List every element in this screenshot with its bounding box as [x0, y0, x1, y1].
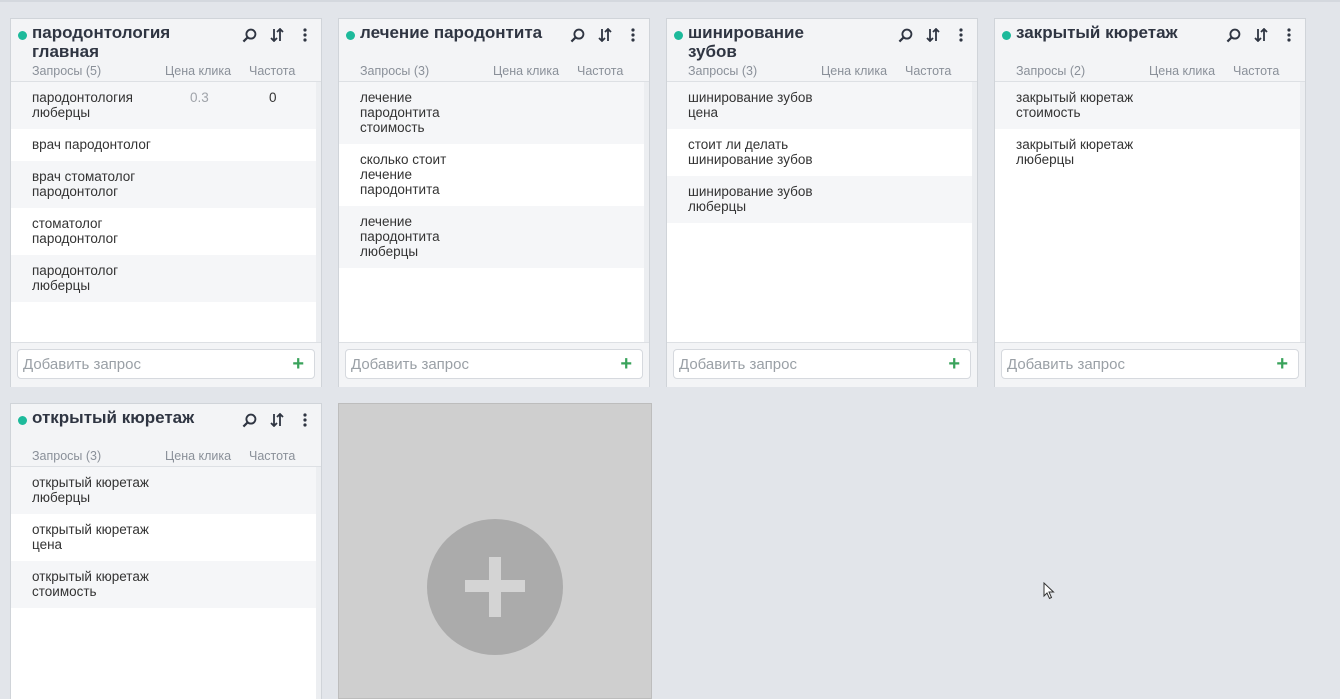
column-price[interactable]: Цена клика — [165, 64, 231, 78]
query-row[interactable]: стоматолог пародонтолог — [11, 208, 321, 255]
more-vertical-icon[interactable] — [625, 27, 641, 43]
status-dot — [674, 31, 683, 40]
query-list: закрытый кюретаж стоимость закрытый кюре… — [995, 82, 1305, 342]
plus-icon[interactable] — [427, 519, 563, 655]
query-row[interactable]: пародонтолог люберцы — [11, 255, 321, 302]
search-icon[interactable] — [569, 27, 585, 43]
group-title[interactable]: шинирование зубов — [688, 23, 818, 61]
search-icon[interactable] — [241, 412, 257, 428]
column-queries[interactable]: Запросы (3) — [360, 64, 429, 78]
scrollbar[interactable] — [644, 82, 649, 342]
mouse-cursor-icon — [1043, 582, 1055, 600]
query-list: пародонтология люберцы 0.3 0 врач пародонт… — [11, 82, 321, 342]
column-price[interactable]: Цена клика — [165, 449, 231, 463]
more-vertical-icon[interactable] — [1281, 27, 1297, 43]
query-row[interactable]: стоит ли делать шинирование зубов — [667, 129, 977, 176]
group-card: шинирование зубов Запросы (3) Цена клика… — [666, 18, 978, 387]
column-frequency[interactable]: Частота — [249, 449, 295, 463]
sort-icon[interactable] — [597, 27, 613, 43]
query-row[interactable]: врач стоматолог пародонтолог — [11, 161, 321, 208]
sort-icon[interactable] — [925, 27, 941, 43]
query-row[interactable]: шинирование зубов цена — [667, 82, 977, 129]
group-header: лечение пародонтита Запросы (3) Цена кли… — [339, 19, 649, 82]
top-border — [0, 0, 1340, 2]
query-row[interactable]: открытый кюретаж люберцы — [11, 467, 321, 514]
group-title[interactable]: лечение пародонтита — [360, 23, 555, 42]
plus-icon[interactable]: + — [292, 353, 304, 376]
query-list: шинирование зубов цена стоит ли делать ш… — [667, 82, 977, 342]
query-row[interactable]: шинирование зубов люберцы — [667, 176, 977, 223]
sort-icon[interactable] — [1253, 27, 1269, 43]
plus-icon[interactable]: + — [1276, 353, 1288, 376]
column-queries[interactable]: Запросы (3) — [32, 449, 101, 463]
column-queries[interactable]: Запросы (2) — [1016, 64, 1085, 78]
scrollbar[interactable] — [972, 82, 977, 342]
query-row[interactable]: лечение пародонтита люберцы — [339, 206, 649, 268]
query-row[interactable]: открытый кюретаж цена — [11, 514, 321, 561]
group-header: закрытый кюретаж Запросы (2) Цена клика … — [995, 19, 1305, 82]
click-price: 0.3 — [190, 90, 209, 105]
column-frequency[interactable]: Частота — [577, 64, 623, 78]
query-row[interactable]: пародонтология люберцы 0.3 0 — [11, 82, 321, 129]
sort-icon[interactable] — [269, 412, 285, 428]
more-vertical-icon[interactable] — [297, 412, 313, 428]
column-price[interactable]: Цена клика — [821, 64, 887, 78]
add-query-input[interactable]: Добавить запрос + — [17, 349, 315, 379]
group-card: закрытый кюретаж Запросы (2) Цена клика … — [994, 18, 1306, 387]
query-row[interactable]: сколько стоит лечение пародонтита — [339, 144, 649, 206]
column-price[interactable]: Цена клика — [493, 64, 559, 78]
more-vertical-icon[interactable] — [953, 27, 969, 43]
query-row[interactable]: врач пародонтолог — [11, 129, 321, 161]
column-frequency[interactable]: Частота — [1233, 64, 1279, 78]
group-card: лечение пародонтита Запросы (3) Цена кли… — [338, 18, 650, 387]
query-row[interactable]: закрытый кюретаж люберцы — [995, 129, 1305, 176]
group-header: шинирование зубов Запросы (3) Цена клика… — [667, 19, 977, 82]
more-vertical-icon[interactable] — [297, 27, 313, 43]
group-title[interactable]: открытый кюретаж — [32, 408, 227, 427]
status-dot — [1002, 31, 1011, 40]
column-queries[interactable]: Запросы (5) — [32, 64, 101, 78]
column-frequency[interactable]: Частота — [249, 64, 295, 78]
frequency: 0 — [269, 90, 277, 105]
query-row[interactable]: открытый кюретаж стоимость — [11, 561, 321, 608]
scrollbar[interactable] — [1300, 82, 1305, 342]
group-title[interactable]: закрытый кюретаж — [1016, 23, 1211, 42]
scrollbar[interactable] — [316, 467, 321, 699]
status-dot — [18, 31, 27, 40]
add-query-input[interactable]: Добавить запрос + — [345, 349, 643, 379]
scrollbar[interactable] — [316, 82, 321, 342]
plus-icon[interactable]: + — [620, 353, 632, 376]
add-query-input[interactable]: Добавить запрос + — [1001, 349, 1299, 379]
group-header: пародонтология главная Запросы (5) Цена … — [11, 19, 321, 82]
query-list: лечение пародонтита стоимость сколько ст… — [339, 82, 649, 342]
group-header: открытый кюретаж Запросы (3) Цена клика … — [11, 404, 321, 467]
search-icon[interactable] — [241, 27, 257, 43]
status-dot — [346, 31, 355, 40]
plus-icon[interactable]: + — [948, 353, 960, 376]
column-queries[interactable]: Запросы (3) — [688, 64, 757, 78]
column-price[interactable]: Цена клика — [1149, 64, 1215, 78]
add-group-card[interactable] — [338, 403, 652, 699]
query-row[interactable]: лечение пародонтита стоимость — [339, 82, 649, 144]
query-list: открытый кюретаж люберцы открытый кюрета… — [11, 467, 321, 699]
search-icon[interactable] — [897, 27, 913, 43]
search-icon[interactable] — [1225, 27, 1241, 43]
sort-icon[interactable] — [269, 27, 285, 43]
add-query-input[interactable]: Добавить запрос + — [673, 349, 971, 379]
column-frequency[interactable]: Частота — [905, 64, 951, 78]
group-card: открытый кюретаж Запросы (3) Цена клика … — [10, 403, 322, 699]
group-card: пародонтология главная Запросы (5) Цена … — [10, 18, 322, 387]
query-row[interactable]: закрытый кюретаж стоимость — [995, 82, 1305, 129]
group-title[interactable]: пародонтология главная — [32, 23, 227, 61]
status-dot — [18, 416, 27, 425]
